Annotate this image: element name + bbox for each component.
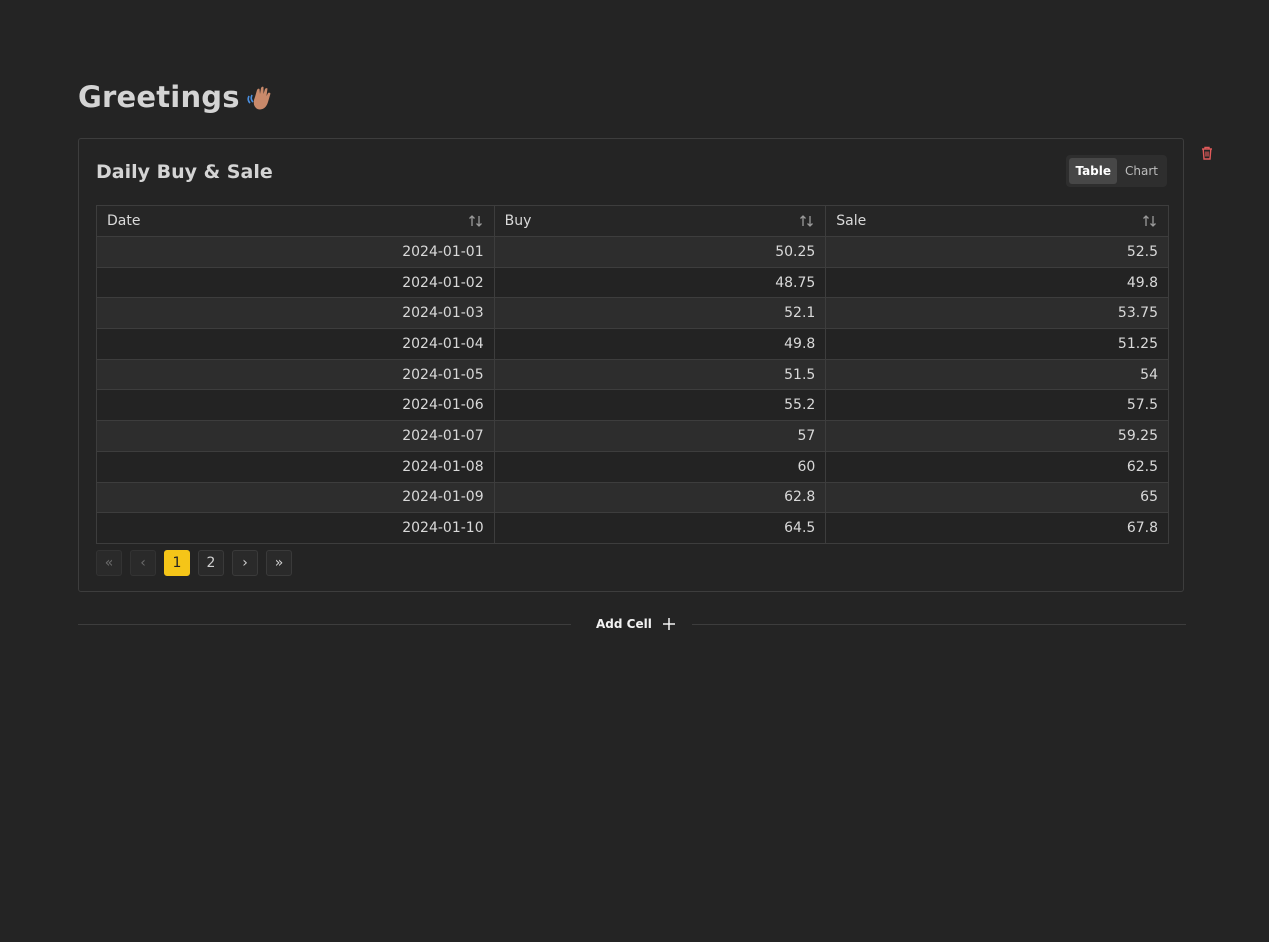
column-header-label: Buy: [504, 213, 532, 229]
page-button-1[interactable]: 1: [164, 550, 190, 576]
sort-arrows-icon[interactable]: [1142, 214, 1158, 228]
tab-chart[interactable]: Chart: [1119, 158, 1164, 184]
table-row: 2024-01-09 62.8 65: [96, 481, 1169, 514]
cell-sale: 59.25: [825, 420, 1169, 452]
table-row: 2024-01-01 50.25 52.5: [96, 236, 1169, 268]
cell-sale: 52.5: [825, 236, 1169, 268]
plus-icon: [662, 618, 675, 630]
cell-buy: 55.2: [493, 389, 827, 422]
add-cell-label: Add Cell: [596, 617, 652, 631]
column-header-date[interactable]: Date: [96, 205, 495, 237]
cell-date: 2024-01-02: [96, 266, 495, 299]
cell-date: 2024-01-03: [96, 297, 495, 330]
last-page-button[interactable]: »: [266, 550, 292, 576]
cell-sale: 54: [825, 358, 1169, 391]
cell-buy: 50.25: [493, 236, 827, 268]
cell-title: Daily Buy & Sale: [96, 161, 273, 183]
cell-buy: 51.5: [493, 358, 827, 391]
waving-hand-icon: [246, 83, 274, 111]
cell-date: 2024-01-01: [96, 236, 495, 268]
table-row: 2024-01-07 57 59.25: [96, 420, 1169, 452]
cell-sale: 57.5: [825, 389, 1169, 422]
cell-buy: 48.75: [493, 266, 827, 299]
table-header-row: Date Buy Sale: [96, 205, 1169, 237]
page-title: Greetings: [78, 78, 274, 116]
add-cell-divider: Add Cell: [78, 614, 1186, 634]
pagination: « ‹ 1 2 › »: [96, 550, 292, 576]
cell-date: 2024-01-07: [96, 420, 495, 452]
cell-date: 2024-01-08: [96, 450, 495, 483]
table-row: 2024-01-10 64.5 67.8: [96, 512, 1169, 544]
delete-cell-button[interactable]: [1199, 145, 1215, 161]
cell-date: 2024-01-05: [96, 358, 495, 391]
cell-sale: 51.25: [825, 328, 1169, 360]
column-header-label: Date: [107, 213, 141, 229]
cell-sale: 62.5: [825, 450, 1169, 483]
data-cell-card: Daily Buy & Sale Table Chart Date Buy Sa…: [78, 138, 1184, 592]
column-header-sale[interactable]: Sale: [825, 205, 1169, 237]
cell-sale: 53.75: [825, 297, 1169, 330]
table-row: 2024-01-06 55.2 57.5: [96, 389, 1169, 422]
cell-sale: 67.8: [825, 512, 1169, 544]
cell-buy: 49.8: [493, 328, 827, 360]
table-row: 2024-01-08 60 62.5: [96, 450, 1169, 483]
prev-page-button[interactable]: ‹: [130, 550, 156, 576]
cell-buy: 64.5: [493, 512, 827, 544]
sort-arrows-icon[interactable]: [799, 214, 815, 228]
page-button-2[interactable]: 2: [198, 550, 224, 576]
tab-table[interactable]: Table: [1069, 158, 1118, 184]
cell-date: 2024-01-06: [96, 389, 495, 422]
trash-icon: [1202, 146, 1212, 160]
cell-buy: 52.1: [493, 297, 827, 330]
cell-sale: 49.8: [825, 266, 1169, 299]
column-header-label: Sale: [836, 213, 867, 229]
view-toggle: Table Chart: [1066, 155, 1167, 187]
cell-buy: 57: [493, 420, 827, 452]
cell-date: 2024-01-10: [96, 512, 495, 544]
sort-arrows-icon[interactable]: [468, 214, 484, 228]
table-row: 2024-01-04 49.8 51.25: [96, 328, 1169, 360]
cell-sale: 65: [825, 481, 1169, 514]
divider-line: [692, 624, 1186, 625]
column-header-buy[interactable]: Buy: [493, 205, 827, 237]
first-page-button[interactable]: «: [96, 550, 122, 576]
table-row: 2024-01-05 51.5 54: [96, 358, 1169, 391]
cell-buy: 62.8: [493, 481, 827, 514]
table-row: 2024-01-03 52.1 53.75: [96, 297, 1169, 330]
cell-date: 2024-01-09: [96, 481, 495, 514]
divider-line: [78, 624, 571, 625]
cell-buy: 60: [493, 450, 827, 483]
cell-date: 2024-01-04: [96, 328, 495, 360]
data-table: Date Buy Sale 2024-01-01 50.25 52.5 2024…: [96, 205, 1169, 544]
next-page-button[interactable]: ›: [232, 550, 258, 576]
table-row: 2024-01-02 48.75 49.8: [96, 266, 1169, 299]
add-cell-button[interactable]: Add Cell: [596, 614, 676, 634]
page-title-text: Greetings: [78, 80, 240, 114]
